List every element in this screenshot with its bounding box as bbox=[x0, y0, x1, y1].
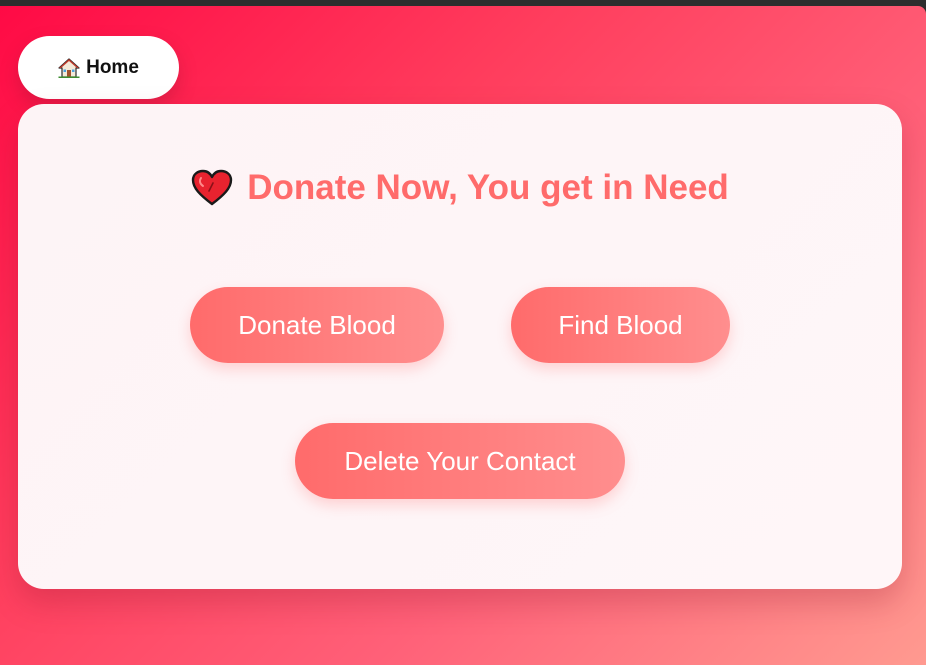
delete-contact-button[interactable]: Delete Your Contact bbox=[295, 423, 625, 499]
donate-blood-button[interactable]: Donate Blood bbox=[190, 287, 444, 363]
home-label: Home bbox=[86, 56, 139, 78]
page-title: Donate Now, You get in Need bbox=[18, 168, 902, 208]
page-background: Home Donate Now, You get in Need Donate … bbox=[0, 6, 926, 665]
home-button[interactable]: Home bbox=[18, 36, 179, 99]
find-blood-button[interactable]: Find Blood bbox=[511, 287, 730, 363]
heart-icon bbox=[191, 169, 233, 207]
house-icon bbox=[58, 57, 80, 79]
headline-text: Donate Now, You get in Need bbox=[247, 168, 729, 207]
main-card: Donate Now, You get in Need Donate Blood… bbox=[18, 104, 902, 589]
